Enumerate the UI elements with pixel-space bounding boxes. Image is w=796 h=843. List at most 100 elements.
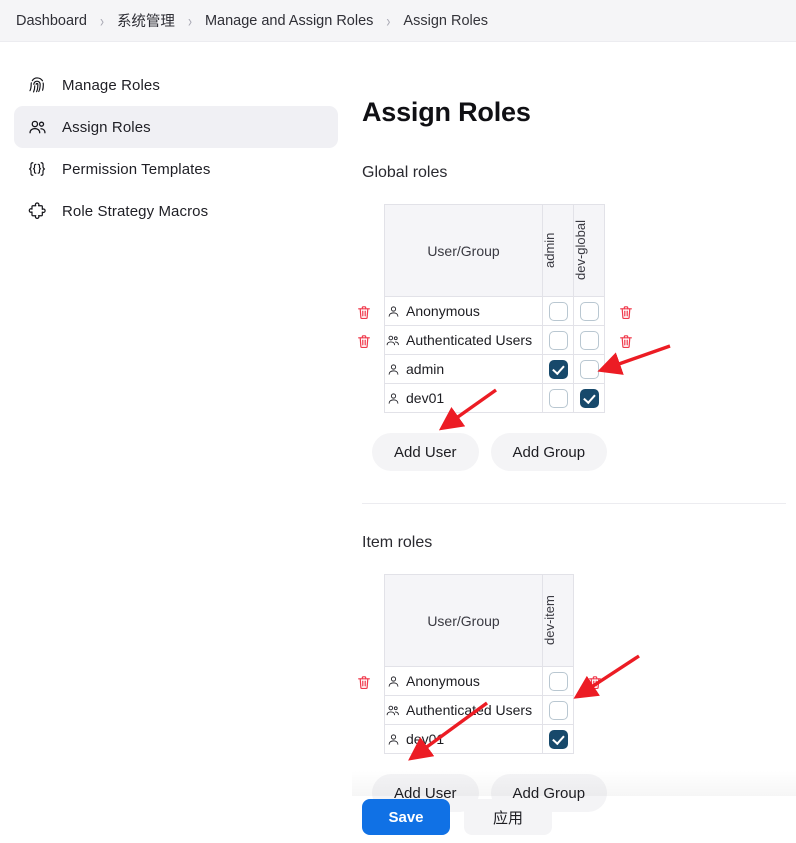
chevron-right-icon: › bbox=[187, 11, 192, 30]
chevron-right-icon: › bbox=[386, 11, 391, 30]
section-divider bbox=[362, 503, 786, 504]
column-header-role-admin: admin bbox=[542, 204, 574, 297]
breadcrumb-item-manage-and-assign-roles[interactable]: Manage and Assign Roles bbox=[205, 13, 373, 29]
global-roles-table-wrap: User/Group admin dev-global Anonymous Au… bbox=[358, 204, 634, 413]
user-group-cell: Anonymous bbox=[384, 296, 543, 326]
table-header-row: User/Group admin dev-global bbox=[384, 204, 605, 297]
sidebar-item-manage-roles[interactable]: Manage Roles bbox=[14, 64, 338, 106]
column-header-label: dev-global bbox=[573, 220, 588, 281]
people-icon bbox=[26, 116, 48, 138]
table-row: dev01 bbox=[384, 724, 574, 754]
user-group-cell: Anonymous bbox=[384, 666, 543, 696]
sidebar: Manage Roles Assign Roles Permission Tem… bbox=[0, 42, 352, 843]
group-icon bbox=[385, 332, 401, 348]
global-roles-heading: Global roles bbox=[362, 164, 448, 181]
user-group-cell: admin bbox=[384, 354, 543, 384]
sidebar-item-label: Manage Roles bbox=[62, 76, 160, 94]
global-roles-table-head: User/Group admin dev-global bbox=[384, 204, 605, 297]
global-add-group-button[interactable]: Add Group bbox=[490, 433, 608, 471]
permission-cell[interactable] bbox=[573, 296, 605, 326]
delete-row-dev01-right-icon[interactable] bbox=[618, 333, 634, 350]
user-icon bbox=[385, 673, 401, 689]
checkbox-dev01-dev-global[interactable] bbox=[579, 388, 599, 408]
sidebar-item-permission-templates[interactable]: Permission Templates bbox=[14, 148, 338, 190]
breadcrumb-item-system-management[interactable]: 系统管理 bbox=[117, 10, 175, 31]
table-row: Authenticated Users bbox=[384, 695, 574, 725]
global-roles-table: User/Group admin dev-global Anonymous Au… bbox=[384, 204, 605, 413]
item-roles-table: User/Group dev-item Anonymous Authentica… bbox=[384, 574, 574, 754]
delete-row-dev01-item-left-icon[interactable] bbox=[356, 674, 372, 691]
group-icon bbox=[385, 702, 401, 718]
checkbox-authenticated-users-dev-global[interactable] bbox=[579, 330, 599, 350]
user-icon bbox=[385, 303, 401, 319]
permission-cell[interactable] bbox=[573, 354, 605, 384]
checkbox-anonymous-admin[interactable] bbox=[548, 301, 568, 321]
column-header-role-dev-item: dev-item bbox=[542, 574, 574, 667]
permission-cell[interactable] bbox=[573, 383, 605, 413]
table-header-row: User/Group dev-item bbox=[384, 574, 574, 667]
user-group-cell: Authenticated Users bbox=[384, 325, 543, 355]
page-body: Manage Roles Assign Roles Permission Tem… bbox=[0, 42, 796, 843]
checkbox-authenticated-users-admin[interactable] bbox=[548, 330, 568, 350]
table-row: dev01 bbox=[384, 383, 605, 413]
item-roles-section: Item roles User/Group dev-item Anonymous… bbox=[358, 534, 786, 812]
table-row: Authenticated Users bbox=[384, 325, 605, 355]
puzzle-piece-icon bbox=[26, 200, 48, 222]
breadcrumb: Dashboard › 系统管理 › Manage and Assign Rol… bbox=[0, 0, 796, 42]
page-title: Assign Roles bbox=[362, 97, 531, 127]
checkbox-dev01-admin[interactable] bbox=[548, 388, 568, 408]
user-group-label: admin bbox=[406, 361, 445, 377]
checkbox-anonymous-dev-item[interactable] bbox=[548, 671, 568, 691]
checkbox-dev01-dev-item[interactable] bbox=[548, 729, 568, 749]
permission-cell[interactable] bbox=[542, 724, 574, 754]
permission-cell[interactable] bbox=[542, 695, 574, 725]
breadcrumb-item-dashboard[interactable]: Dashboard bbox=[16, 13, 87, 29]
checkbox-admin-admin[interactable] bbox=[548, 359, 568, 379]
user-group-label: dev01 bbox=[406, 731, 445, 747]
sidebar-item-assign-roles[interactable]: Assign Roles bbox=[14, 106, 338, 148]
permission-cell[interactable] bbox=[573, 325, 605, 355]
permission-cell[interactable] bbox=[542, 383, 574, 413]
delete-row-dev01-left-icon[interactable] bbox=[356, 333, 372, 350]
sidebar-item-label: Role Strategy Macros bbox=[62, 202, 209, 220]
delete-row-dev01-item-right-icon[interactable] bbox=[587, 674, 603, 691]
sidebar-item-label: Assign Roles bbox=[62, 118, 151, 136]
permission-cell[interactable] bbox=[542, 296, 574, 326]
column-header-user-group: User/Group bbox=[384, 574, 543, 667]
apply-button[interactable]: 应用 bbox=[464, 799, 552, 835]
table-row: admin bbox=[384, 354, 605, 384]
user-group-cell: dev01 bbox=[384, 724, 543, 754]
delete-row-admin-right-icon[interactable] bbox=[618, 304, 634, 321]
checkbox-anonymous-dev-global[interactable] bbox=[579, 301, 599, 321]
column-header-label: admin bbox=[542, 232, 557, 269]
chevron-right-icon: › bbox=[99, 11, 104, 30]
global-roles-table-body: Anonymous Authenticated Users admin dev0… bbox=[384, 296, 605, 413]
user-group-label: Anonymous bbox=[406, 673, 480, 689]
checkbox-authenticated-users-dev-item[interactable] bbox=[548, 700, 568, 720]
sidebar-item-label: Permission Templates bbox=[62, 160, 211, 178]
sidebar-item-role-strategy-macros[interactable]: Role Strategy Macros bbox=[14, 190, 338, 232]
permission-cell[interactable] bbox=[542, 354, 574, 384]
user-group-cell: dev01 bbox=[384, 383, 543, 413]
global-add-user-button[interactable]: Add User bbox=[372, 433, 479, 471]
global-roles-actions: Add User Add Group bbox=[372, 433, 786, 471]
item-roles-table-head: User/Group dev-item bbox=[384, 574, 574, 667]
permission-cell[interactable] bbox=[542, 666, 574, 696]
user-group-label: dev01 bbox=[406, 390, 445, 406]
user-icon bbox=[385, 361, 401, 377]
user-group-cell: Authenticated Users bbox=[384, 695, 543, 725]
footer-actions: Save 应用 bbox=[362, 799, 552, 835]
user-icon bbox=[385, 731, 401, 747]
table-row: Anonymous bbox=[384, 666, 574, 696]
global-roles-section: Global roles User/Group admin dev-global bbox=[358, 164, 786, 471]
column-header-user-group: User/Group bbox=[384, 204, 543, 297]
column-header-label: dev-item bbox=[542, 595, 557, 646]
save-button[interactable]: Save bbox=[362, 799, 450, 835]
permission-cell[interactable] bbox=[542, 325, 574, 355]
checkbox-admin-dev-global[interactable] bbox=[579, 359, 599, 379]
user-group-label: Anonymous bbox=[406, 303, 480, 319]
fingerprint-icon bbox=[26, 74, 48, 96]
delete-row-admin-left-icon[interactable] bbox=[356, 304, 372, 321]
user-icon bbox=[385, 390, 401, 406]
item-roles-heading: Item roles bbox=[362, 534, 433, 551]
